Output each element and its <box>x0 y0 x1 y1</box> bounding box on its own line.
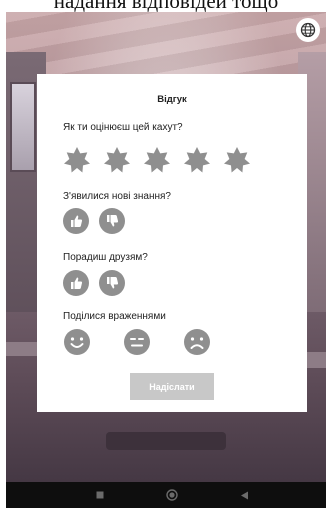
thumbs-down-icon <box>107 215 119 227</box>
top-caption-strip: надання відповідей тощо <box>0 0 332 12</box>
app-screen: Відгук Як ти оцінюєш цей кахут? З'явилис… <box>6 12 326 482</box>
recommend-question: Порадиш друзям? <box>63 252 148 263</box>
background-desk <box>106 432 226 450</box>
learned-question: З'явилися нові знання? <box>63 191 171 202</box>
star-icon[interactable] <box>223 146 251 174</box>
star-icon[interactable] <box>63 146 91 174</box>
background-window <box>10 82 36 172</box>
language-button[interactable] <box>296 18 320 42</box>
mood-selector <box>63 328 233 356</box>
back-button[interactable] <box>235 486 253 504</box>
sad-face-icon[interactable] <box>183 328 211 356</box>
home-button[interactable] <box>163 486 181 504</box>
home-icon <box>166 489 178 501</box>
recent-apps-button[interactable] <box>91 486 109 504</box>
recommend-vote <box>63 270 143 296</box>
android-nav-bar <box>6 482 326 508</box>
top-caption: надання відповідей тощо <box>53 0 279 12</box>
feedback-title: Відгук <box>157 94 187 105</box>
thumbs-up-icon <box>71 215 83 227</box>
star-rating <box>63 146 263 174</box>
learned-yes-button[interactable] <box>63 208 89 234</box>
learned-vote <box>63 208 143 234</box>
back-icon <box>240 491 248 499</box>
thumbs-up-icon <box>71 277 83 289</box>
rating-question: Як ти оцінюєш цей кахут? <box>63 122 183 133</box>
recommend-yes-button[interactable] <box>63 270 89 296</box>
recommend-no-button[interactable] <box>99 270 125 296</box>
star-icon[interactable] <box>143 146 171 174</box>
mood-question: Поділися враженнями <box>63 311 166 322</box>
happy-face-icon[interactable] <box>63 328 91 356</box>
learned-no-button[interactable] <box>99 208 125 234</box>
feedback-card: Відгук Як ти оцінюєш цей кахут? З'явилис… <box>37 74 307 412</box>
submit-button[interactable]: Надіслати <box>130 373 214 400</box>
neutral-face-icon[interactable] <box>123 328 151 356</box>
star-icon[interactable] <box>183 146 211 174</box>
star-icon[interactable] <box>103 146 131 174</box>
thumbs-down-icon <box>107 277 119 289</box>
recent-apps-icon <box>96 491 104 499</box>
globe-icon <box>300 22 316 38</box>
